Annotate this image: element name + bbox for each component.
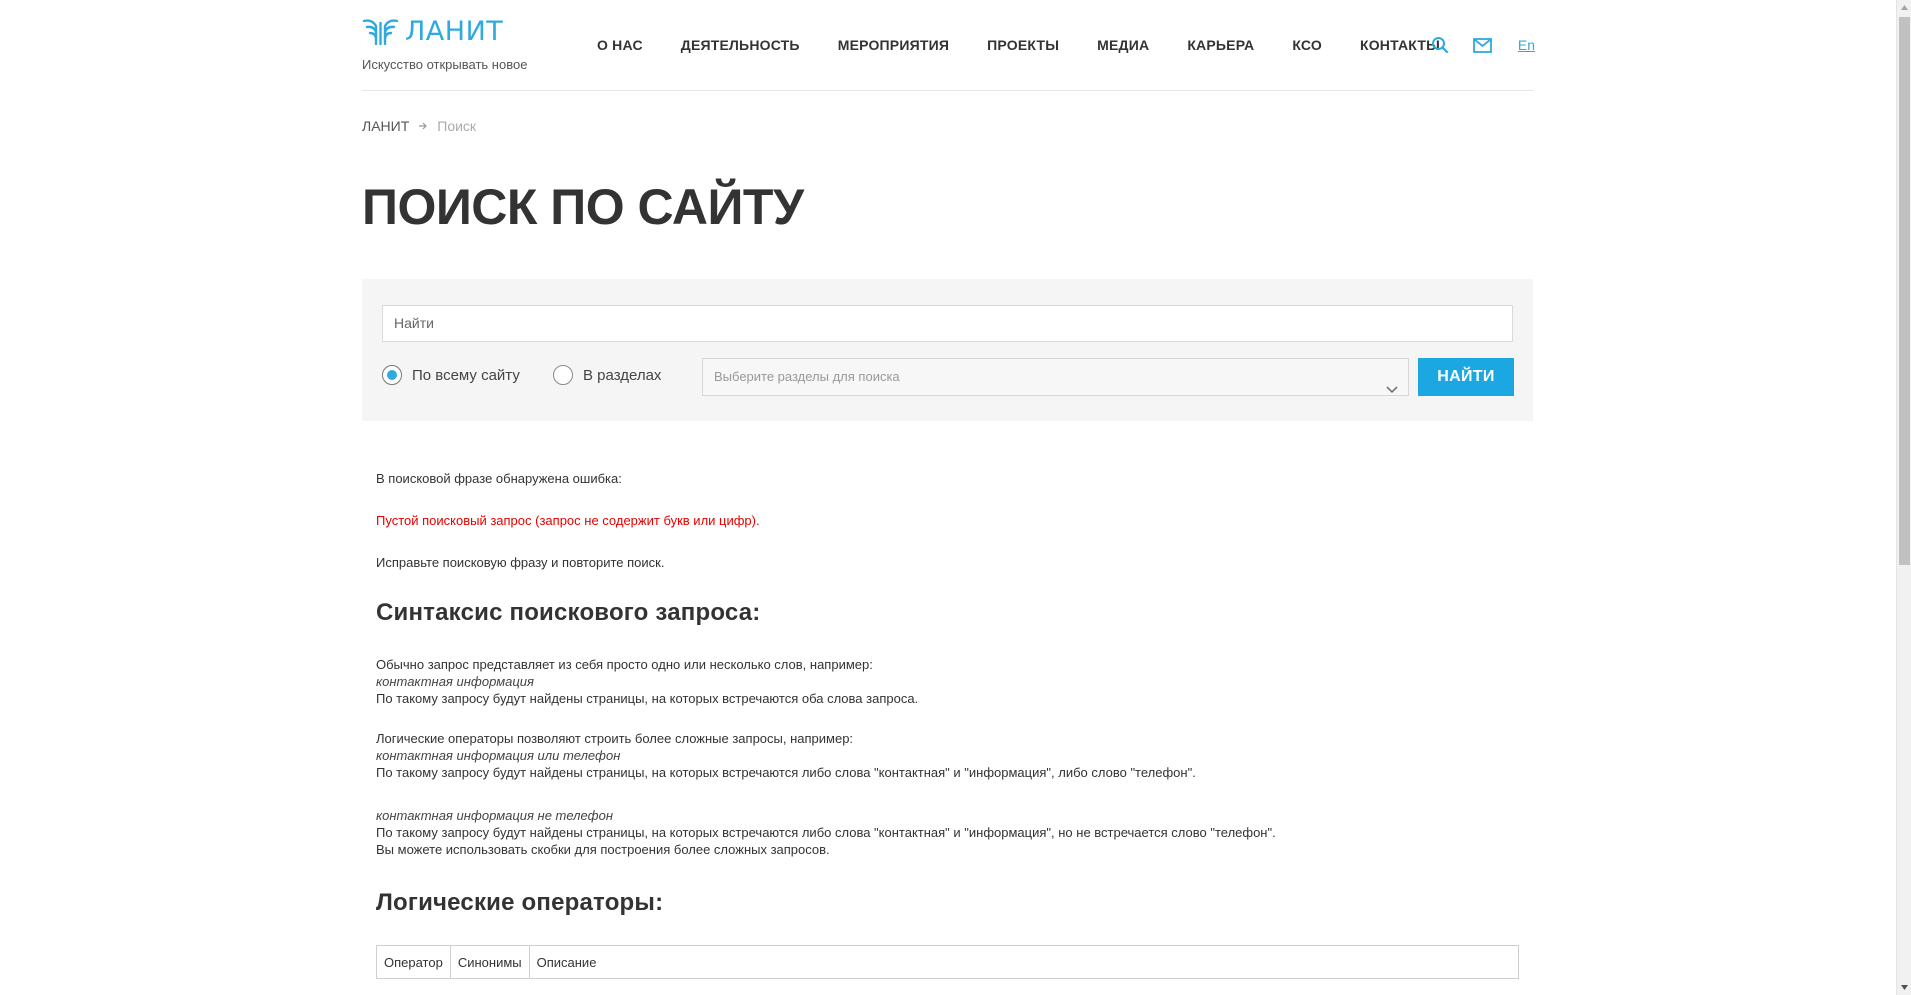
table-header-cell: Оператор [376,945,451,979]
arrow-right-icon [418,121,428,131]
syntax-block-3: контактная информация не телефон По тако… [376,807,1276,858]
search-icon[interactable] [1431,36,1449,54]
table-header-cell: Синонимы [449,945,530,979]
search-input[interactable]: Найти [382,305,1513,342]
syntax-text: Логические операторы позволяют строить б… [376,731,854,746]
syntax-example: контактная информация не телефон [376,808,613,823]
nav-item-kso[interactable]: КСО [1292,37,1322,53]
logo[interactable]: ЛАНИТ [362,17,503,46]
tagline: Искусство открывать новое [362,57,528,72]
chevron-down-icon [1386,372,1398,408]
syntax-text: Обычно запрос представляет из себя прост… [376,657,873,672]
error-fix-hint: Исправьте поисковую фразу и повторите по… [376,555,665,570]
scroll-down-arrow-icon[interactable] [1897,980,1911,995]
nav-item-media[interactable]: МЕДИА [1097,37,1149,53]
search-submit-button[interactable]: НАЙТИ [1418,358,1514,396]
syntax-text: По такому запросу будут найдены страницы… [376,765,1196,780]
sections-select-placeholder: Выберите разделы для поиска [714,369,900,384]
nav-item-projects[interactable]: ПРОЕКТЫ [987,37,1059,53]
breadcrumb-current: Поиск [437,118,477,134]
search-panel: Найти По всему сайту В разделах Выберите… [362,279,1533,421]
syntax-block-1: Обычно запрос представляет из себя прост… [376,656,918,707]
breadcrumb: ЛАНИТ Поиск [362,118,476,134]
scroll-up-arrow-icon[interactable] [1897,0,1911,15]
syntax-example: контактная информация или телефон [376,748,621,763]
language-switch[interactable]: En [1518,37,1535,53]
table-header-cell: Описание [528,945,1520,979]
nav-item-about[interactable]: О НАС [597,37,643,53]
page-title: ПОИСК ПО САЙТУ [362,179,804,235]
operators-heading: Логические операторы: [376,889,664,916]
error-message: Пустой поисковый запрос (запрос не содер… [376,513,760,528]
error-heading: В поисковой фразе обнаружена ошибка: [376,471,622,486]
radio-whole-site[interactable]: По всему сайту [382,365,520,385]
nav-item-events[interactable]: МЕРОПРИЯТИЯ [838,37,949,53]
nav-item-activity[interactable]: ДЕЯТЕЛЬНОСТЬ [681,37,800,53]
vertical-scrollbar[interactable] [1896,0,1911,995]
radio-unchecked-icon [553,365,573,385]
lanit-logo-icon [362,19,399,46]
syntax-text: Вы можете использовать скобки для постро… [376,842,830,857]
breadcrumb-home[interactable]: ЛАНИТ [362,118,409,134]
syntax-heading: Синтаксис поискового запроса: [376,599,761,626]
radio-whole-site-label: По всему сайту [412,366,520,384]
radio-in-sections-label: В разделах [583,366,662,384]
mail-icon[interactable] [1472,37,1492,53]
syntax-example: контактная информация [376,674,534,689]
site-header: ЛАНИТ Искусство открывать новое О НАС ДЕ… [362,0,1535,91]
page-container: ЛАНИТ Искусство открывать новое О НАС ДЕ… [362,0,1535,979]
table-header-row: Оператор Синонимы Описание [376,945,1520,979]
radio-checked-icon [382,365,402,385]
logo-text: ЛАНИТ [405,16,504,47]
radio-in-sections[interactable]: В разделах [553,365,661,385]
syntax-text: По такому запросу будут найдены страницы… [376,691,919,706]
syntax-text: По такому запросу будут найдены страницы… [376,825,1276,840]
sections-select[interactable]: Выберите разделы для поиска [702,358,1409,396]
nav-item-career[interactable]: КАРЬЕРА [1187,37,1254,53]
scrollbar-thumb[interactable] [1899,17,1910,565]
main-nav: О НАС ДЕЯТЕЛЬНОСТЬ МЕРОПРИЯТИЯ ПРОЕКТЫ М… [597,37,1440,53]
syntax-block-2: Логические операторы позволяют строить б… [376,730,1196,781]
header-actions: En [1407,36,1535,54]
operators-table: Оператор Синонимы Описание [376,945,1520,979]
